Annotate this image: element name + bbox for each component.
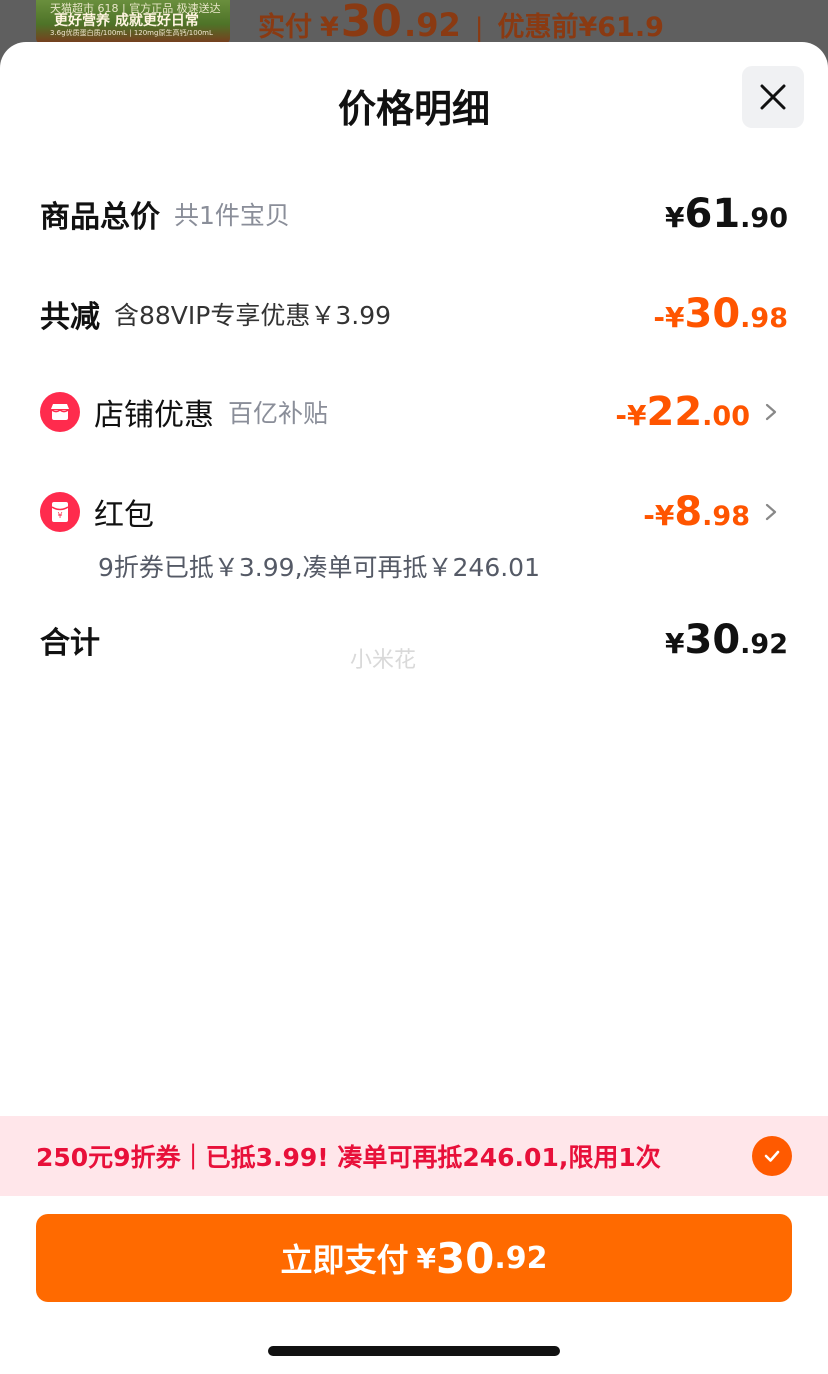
sum-int: 30 — [684, 617, 741, 663]
paid-int: 30 — [340, 0, 403, 47]
promo-line3: 3.6g优质蛋白质/100mL | 120mg原生高钙/100mL — [50, 29, 213, 37]
shop-discount-amount: -¥ 22 .00 — [615, 389, 750, 435]
close-icon — [760, 84, 786, 110]
reduction-dec: .98 — [740, 303, 788, 334]
shop-discount-dec: .00 — [702, 401, 750, 432]
row-red-packet[interactable]: ¥ 红包 -¥ 8 .98 — [40, 489, 782, 535]
check-icon — [764, 1150, 780, 1162]
red-packet-dec: .98 — [702, 501, 750, 532]
svg-text:¥: ¥ — [57, 511, 62, 520]
coupon-checkbox[interactable] — [752, 1136, 792, 1176]
promo-line2: 更好营养 成就更好日常 — [54, 13, 199, 29]
watermark: 小米花 — [350, 648, 417, 673]
paid-label: 实付 — [258, 12, 312, 43]
reduction-currency: -¥ — [653, 301, 685, 334]
row-shop-discount[interactable]: 店铺优惠 百亿补贴 -¥ 22 .00 — [40, 389, 782, 435]
coupon-bar[interactable]: 250元9折券｜已抵3.99! 凑单可再抵246.01,限用1次 — [0, 1116, 828, 1196]
pay-currency: ¥ — [416, 1241, 436, 1275]
reduction-amount: -¥ 30 .98 — [653, 291, 788, 337]
coupon-text: 250元9折券｜已抵3.99! 凑单可再抵246.01,限用1次 — [36, 1143, 661, 1172]
red-packet-int: 8 — [674, 489, 703, 535]
total-int: 61 — [684, 191, 741, 237]
reduction-int: 30 — [684, 291, 741, 337]
home-indicator — [268, 1346, 560, 1356]
total-dec: .90 — [740, 203, 788, 234]
reduction-sub: 含88VIP专享优惠￥3.99 — [114, 301, 392, 330]
sum-amount: ¥ 30 .92 — [665, 617, 788, 663]
paid-currency: ¥ — [320, 12, 339, 43]
chevron-right-icon — [765, 403, 777, 421]
chevron-right-icon — [765, 503, 777, 521]
sum-title: 合计 — [40, 626, 100, 661]
shop-discount-int: 22 — [646, 389, 703, 435]
shop-discount-title: 店铺优惠 — [94, 398, 214, 433]
close-button[interactable] — [742, 66, 804, 128]
total-currency: ¥ — [665, 201, 685, 234]
before-discount: 优惠前¥61.9 — [497, 12, 664, 43]
promo-thumbnail: 天猫超市 618 | 官方正品 极速送达 更好营养 成就更好日常 3.6g优质蛋… — [36, 0, 230, 44]
reduction-title: 共减 — [40, 300, 100, 335]
total-sub: 共1件宝贝 — [174, 201, 290, 230]
pay-label: 立即支付 — [280, 1241, 409, 1279]
total-title: 商品总价 — [40, 200, 160, 235]
red-packet-icon: ¥ — [40, 492, 80, 532]
background-price: 实付 ¥ 30 .92 | 优惠前¥61.9 — [258, 0, 664, 47]
row-total-price: 商品总价 共1件宝贝 ¥ 61 .90 — [40, 191, 788, 237]
red-packet-title: 红包 — [94, 498, 154, 533]
sheet-title: 价格明细 — [337, 87, 490, 131]
pay-now-button[interactable]: 立即支付 ¥ 30 .92 — [36, 1214, 792, 1302]
price-separator: | — [474, 13, 484, 43]
paid-dec: .92 — [404, 6, 461, 44]
shop-discount-currency: -¥ — [615, 399, 647, 432]
red-packet-currency: -¥ — [643, 499, 675, 532]
sum-currency: ¥ — [665, 627, 685, 660]
red-packet-amount: -¥ 8 .98 — [643, 489, 750, 535]
row-reduction: 共减 含88VIP专享优惠￥3.99 -¥ 30 .98 — [40, 291, 788, 337]
shop-icon — [40, 392, 80, 432]
total-amount: ¥ 61 .90 — [665, 191, 788, 237]
pay-int: 30 — [435, 1233, 495, 1283]
red-packet-hint: 9折券已抵￥3.99,凑单可再抵￥246.01 — [98, 553, 540, 582]
price-detail-sheet: 价格明细 商品总价 共1件宝贝 ¥ 61 .90 共减 含88VIP专享优惠￥3… — [0, 42, 828, 1374]
shop-discount-sub: 百亿补贴 — [228, 399, 329, 428]
sum-dec: .92 — [740, 629, 788, 660]
pay-dec: .92 — [494, 1240, 548, 1276]
